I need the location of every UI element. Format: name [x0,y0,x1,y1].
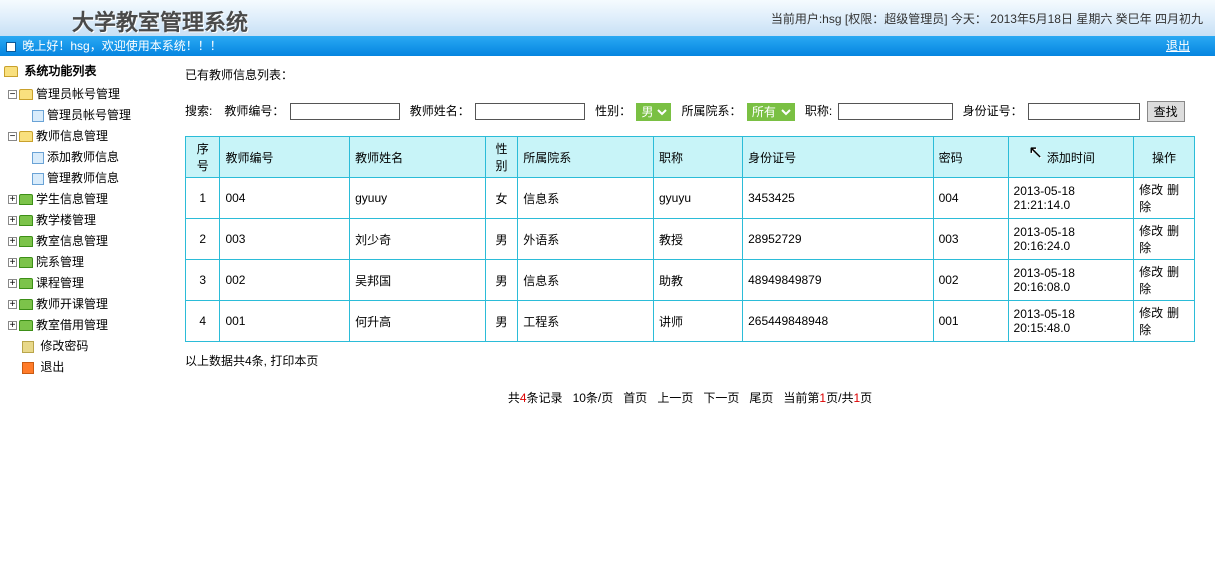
search-idcard[interactable] [1028,103,1140,120]
header-status: 当前用户:hsg [权限：超级管理员] 今天： 2013年5月18日 星期六 癸… [771,10,1203,27]
folder-icon [19,236,33,247]
edit-link[interactable]: 修改 [1139,224,1163,238]
plus-icon[interactable]: + [8,258,17,267]
pager-next[interactable]: 下一页 [703,391,739,405]
app-header: 大学教室管理系统 当前用户:hsg [权限：超级管理员] 今天： 2013年5月… [0,0,1215,36]
table-row: 4001何升高男工程系讲师2654498489480012013-05-18 2… [186,301,1195,342]
plus-icon[interactable]: + [8,216,17,225]
search-gender[interactable]: 男 [636,103,671,121]
list-title: 已有教师信息列表： [185,66,1195,83]
pager-prev[interactable]: 上一页 [657,391,693,405]
col-header: 操作 [1134,137,1195,178]
minus-icon[interactable]: − [8,90,17,99]
sidebar-item[interactable]: +学生信息管理 [4,188,161,209]
search-teacher-name[interactable] [475,103,585,120]
col-header: 身份证号 [743,137,933,178]
folder-icon [19,257,33,268]
search-dept[interactable]: 所有 [747,103,795,121]
col-header: 所属院系 [518,137,654,178]
sidebar-change-password[interactable]: 修改密码 [4,335,161,356]
sidebar-leaf[interactable]: 添加教师信息 [32,146,161,167]
pager-last[interactable]: 尾页 [749,391,773,405]
greeting-bar: 晚上好！hsg，欢迎使用本系统！！！ 退出 [0,36,1215,56]
folder-icon [19,131,33,142]
sidebar-leaf[interactable]: 管理教师信息 [32,167,161,188]
edit-link[interactable]: 修改 [1139,265,1163,279]
doc-icon [32,110,44,122]
plus-icon[interactable]: + [8,321,17,330]
pager: 共4条记录 10条/页 首页 上一页 下一页 尾页 当前第1页/共1页 [185,389,1195,406]
plus-icon[interactable]: + [8,300,17,309]
op-cell: 修改删除 [1134,301,1195,342]
col-header: 教师编号 [220,137,350,178]
sidebar-item[interactable]: −教师信息管理 [4,125,161,146]
table-row: 2003刘少奇男外语系教授289527290032013-05-18 20:16… [186,219,1195,260]
minus-icon[interactable]: − [8,132,17,141]
main-content: 已有教师信息列表： 搜索: 教师编号： 教师姓名： 性别： 男 所属院系： 所有… [165,56,1215,416]
col-header: 教师姓名 [350,137,486,178]
op-cell: 修改删除 [1134,219,1195,260]
greeting-text: 晚上好！hsg，欢迎使用本系统！！！ [22,39,221,53]
table-row: 3002吴邦国男信息系助教489498498790022013-05-18 20… [186,260,1195,301]
op-cell: 修改删除 [1134,260,1195,301]
page-icon [6,42,16,52]
op-cell: 修改删除 [1134,178,1195,219]
sidebar: 系统功能列表 −管理员帐号管理管理员帐号管理−教师信息管理添加教师信息管理教师信… [0,56,165,416]
search-button[interactable]: 查找 [1147,101,1185,122]
logout-link-top[interactable]: 退出 [1166,36,1190,56]
teacher-table: 序号教师编号教师姓名性别所属院系职称身份证号密码添加时间操作 1004gyuuy… [185,136,1195,342]
sidebar-item[interactable]: +教学楼管理 [4,209,161,230]
search-label: 搜索: [185,104,212,118]
sidebar-item[interactable]: +院系管理 [4,251,161,272]
search-title[interactable] [838,103,953,120]
folder-icon [19,299,33,310]
key-icon [22,341,34,353]
sidebar-item[interactable]: −管理员帐号管理 [4,83,161,104]
folder-icon [19,278,33,289]
folder-icon [4,66,18,77]
doc-icon [32,152,44,164]
col-header: 性别 [485,137,517,178]
tree-root: 系统功能列表 [4,62,161,79]
col-header: 职称 [653,137,742,178]
footer-note[interactable]: 以上数据共4条, 打印本页 [185,352,1195,369]
sidebar-item[interactable]: +教室借用管理 [4,314,161,335]
col-header: 序号 [186,137,220,178]
folder-icon [19,89,33,100]
col-header: 密码 [933,137,1008,178]
sidebar-item[interactable]: +教师开课管理 [4,293,161,314]
plus-icon[interactable]: + [8,237,17,246]
plus-icon[interactable]: + [8,279,17,288]
search-bar: 搜索: 教师编号： 教师姓名： 性别： 男 所属院系： 所有 职称: 身份证号：… [185,101,1195,122]
folder-icon [19,194,33,205]
edit-link[interactable]: 修改 [1139,183,1163,197]
sidebar-logout[interactable]: 退出 [4,356,161,377]
pager-first[interactable]: 首页 [623,391,647,405]
logout-icon [22,362,34,374]
folder-icon [19,215,33,226]
sidebar-item[interactable]: +课程管理 [4,272,161,293]
plus-icon[interactable]: + [8,195,17,204]
col-header: 添加时间 [1008,137,1134,178]
search-teacher-no[interactable] [290,103,400,120]
sidebar-item[interactable]: +教室信息管理 [4,230,161,251]
folder-icon [19,320,33,331]
app-title: 大学教室管理系统 [72,5,248,37]
sidebar-leaf[interactable]: 管理员帐号管理 [32,104,161,125]
table-row: 1004gyuuy女信息系gyuyu34534250042013-05-18 2… [186,178,1195,219]
edit-link[interactable]: 修改 [1139,306,1163,320]
doc-icon [32,173,44,185]
